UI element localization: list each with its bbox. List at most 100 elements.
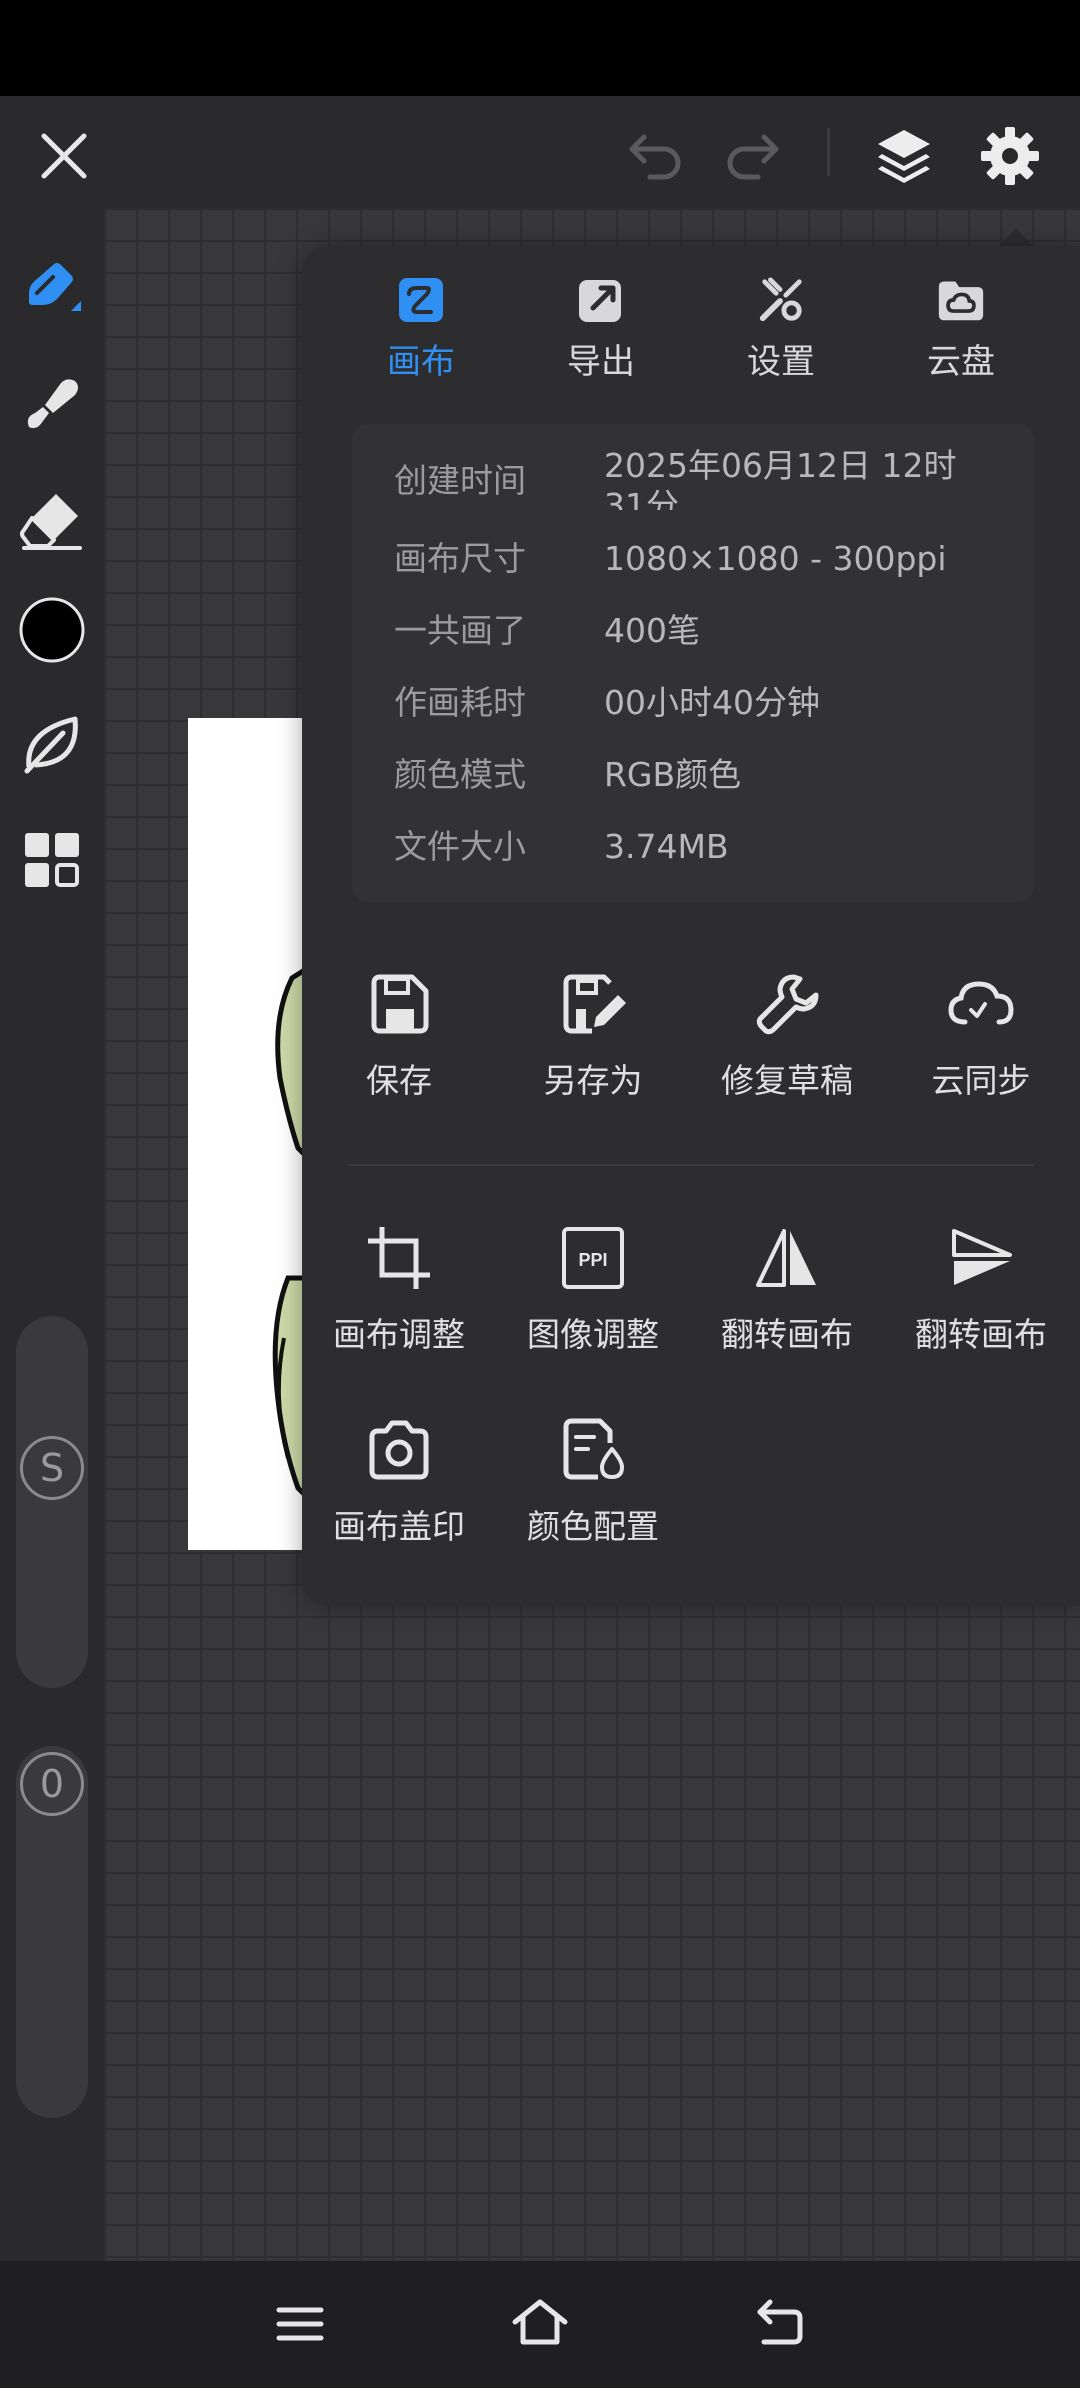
smudge-tool-button[interactable] [14, 366, 90, 442]
save-as-label: 另存为 [543, 1061, 643, 1100]
tab-canvas-label: 画布 [387, 342, 455, 382]
back-icon [757, 2299, 803, 2345]
wrench-icon [756, 974, 819, 1035]
canvas-stamp-label: 画布盖印 [333, 1507, 465, 1546]
repair-draft-label: 修复草稿 [721, 1061, 853, 1100]
canvas-icon [399, 278, 443, 322]
tab-canvas[interactable]: 画布 [336, 276, 506, 382]
nav-home-button[interactable] [502, 2290, 578, 2356]
layers-button[interactable] [866, 118, 942, 194]
undo-button[interactable] [620, 124, 692, 188]
info-key: 作画耗时 [394, 683, 526, 722]
panel-caret [998, 228, 1034, 248]
toolbar-divider [827, 128, 830, 176]
pen-icon [29, 263, 81, 311]
gear-icon [981, 127, 1039, 185]
image-adjust-label: 图像调整 [527, 1315, 659, 1354]
eraser-icon [20, 494, 82, 550]
close-icon [41, 133, 87, 179]
flip-vertical-label: 翻转画布 [915, 1315, 1047, 1354]
info-row-file-size: 文件大小 3.74MB [394, 820, 729, 868]
cloud-sync-icon [948, 981, 1014, 1025]
undo-icon [629, 134, 681, 180]
brush-size-slider[interactable] [16, 1316, 88, 1688]
save-label: 保存 [366, 1061, 432, 1100]
color-swatch [19, 597, 85, 663]
flip-horizontal-label: 翻转画布 [721, 1315, 853, 1354]
camera-icon [369, 1420, 429, 1480]
flip-vertical-button[interactable]: 翻转画布 [886, 1222, 1076, 1356]
tab-cloud-drive[interactable]: 云盘 [876, 276, 1046, 382]
tab-settings-label: 设置 [747, 342, 815, 382]
redo-button[interactable] [716, 124, 788, 188]
drawing-canvas[interactable] [188, 718, 308, 1550]
panel-divider [348, 1164, 1034, 1166]
color-profile-icon [563, 1418, 624, 1480]
cloud-drive-icon [938, 281, 984, 321]
export-icon [579, 280, 621, 322]
svg-text:PPI: PPI [578, 1250, 607, 1270]
smudge-icon [27, 379, 78, 429]
pen-tool-button[interactable] [14, 250, 90, 326]
leaf-icon [24, 716, 78, 774]
info-row-duration: 作画耗时 00小时40分钟 [394, 676, 820, 724]
crop-icon [368, 1227, 430, 1289]
info-value-created: 2025年06月12日 12时31分 [604, 446, 957, 510]
info-row-created: 创建时间 [394, 454, 604, 502]
info-value: 00小时40分钟 [604, 683, 820, 722]
canvas-adjust-button[interactable]: 画布调整 [304, 1222, 494, 1356]
info-value: 1080×1080 - 300ppi [604, 539, 947, 578]
info-row-size: 画布尺寸 1080×1080 - 300ppi [394, 532, 947, 580]
grid-icon [25, 833, 79, 887]
canvas-stamp-button[interactable]: 画布盖印 [304, 1414, 494, 1548]
save-as-button[interactable]: 另存为 [498, 968, 688, 1102]
info-key: 一共画了 [394, 611, 526, 650]
canvas-info-panel: 画布 导出 设置 云盘 创建时间 2025年06月12日 12时31分 画布尺寸… [302, 246, 1080, 1606]
color-picker-button[interactable] [14, 592, 90, 668]
eraser-tool-button[interactable] [14, 482, 90, 558]
flip-horizontal-button[interactable]: 翻转画布 [692, 1222, 882, 1356]
flip-horizontal-icon [756, 1229, 816, 1287]
redo-icon [727, 134, 779, 180]
color-profile-button[interactable]: 颜色配置 [498, 1414, 688, 1548]
opacity-slider-label: 0 [20, 1752, 84, 1816]
tab-cloud-drive-label: 云盘 [927, 342, 995, 382]
layers-icon [878, 130, 930, 183]
ppi-icon: PPI [562, 1227, 624, 1289]
info-row-color-mode: 颜色模式 RGB颜色 [394, 748, 741, 796]
nav-back-button[interactable] [742, 2290, 818, 2356]
info-key: 创建时间 [394, 461, 526, 500]
canvas-info-box: 创建时间 2025年06月12日 12时31分 画布尺寸 1080×1080 - … [352, 424, 1034, 902]
info-value: 400笔 [604, 611, 700, 650]
info-value: 3.74MB [604, 827, 729, 866]
materials-button[interactable] [14, 822, 90, 898]
tools-icon [759, 277, 802, 322]
brush-library-button[interactable] [14, 706, 90, 782]
info-key: 文件大小 [394, 827, 526, 866]
tab-settings[interactable]: 设置 [696, 276, 866, 382]
tab-export[interactable]: 导出 [516, 276, 686, 382]
app-root: S 0 画布 导出 设置 云盘 创建时间 2025年06月12日 12时31分 … [0, 0, 1080, 2388]
tab-export-label: 导出 [567, 342, 635, 382]
repair-draft-button[interactable]: 修复草稿 [692, 968, 882, 1102]
status-bar [0, 0, 1080, 96]
info-row-strokes: 一共画了 400笔 [394, 604, 700, 652]
color-profile-label: 颜色配置 [527, 1507, 659, 1546]
save-button[interactable]: 保存 [304, 968, 494, 1102]
info-key: 画布尺寸 [394, 539, 526, 578]
cloud-sync-button[interactable]: 云同步 [886, 968, 1076, 1102]
cloud-sync-label: 云同步 [931, 1061, 1031, 1100]
canvas-adjust-label: 画布调整 [333, 1315, 465, 1354]
artwork-image [272, 965, 308, 1502]
home-icon [512, 2299, 568, 2345]
save-icon [371, 974, 429, 1034]
menu-icon [276, 2307, 324, 2341]
settings-button[interactable] [972, 118, 1048, 194]
nav-menu-button[interactable] [262, 2292, 338, 2356]
info-value: RGB颜色 [604, 755, 742, 794]
size-slider-label: S [20, 1436, 84, 1500]
info-key: 颜色模式 [394, 755, 526, 794]
save-as-icon [563, 974, 626, 1034]
image-adjust-button[interactable]: PPI 图像调整 [498, 1222, 688, 1356]
close-button[interactable] [28, 120, 100, 192]
